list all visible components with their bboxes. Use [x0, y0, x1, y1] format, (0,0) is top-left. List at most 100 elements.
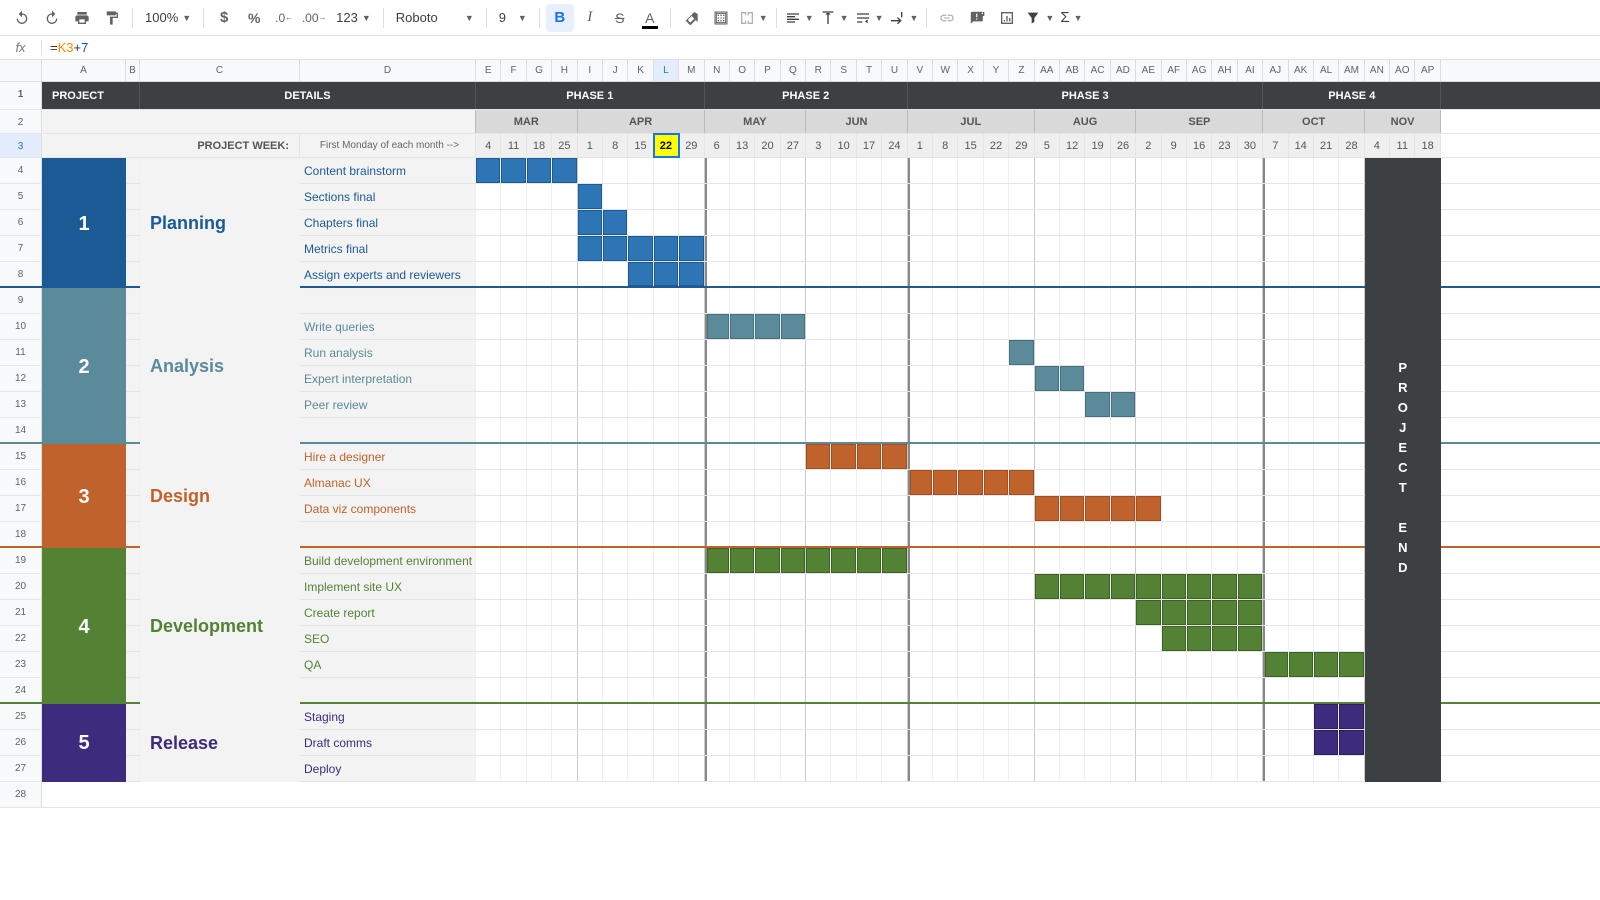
column-header-E[interactable]: E [476, 60, 501, 81]
column-header-Q[interactable]: Q [781, 60, 806, 81]
week-cell-1[interactable]: 11 [501, 134, 526, 157]
row-header-10[interactable]: 10 [0, 314, 42, 339]
column-header-AF[interactable]: AF [1162, 60, 1187, 81]
column-header-AN[interactable]: AN [1365, 60, 1390, 81]
row-header-15[interactable]: 15 [0, 444, 42, 469]
row-header-14[interactable]: 14 [0, 418, 42, 442]
week-cell-7[interactable]: 22 [654, 134, 679, 157]
insert-comment-button[interactable] [963, 4, 991, 32]
column-header-T[interactable]: T [857, 60, 882, 81]
column-header-Y[interactable]: Y [984, 60, 1009, 81]
week-cell-3[interactable]: 25 [552, 134, 577, 157]
column-header-F[interactable]: F [501, 60, 526, 81]
filter-button[interactable]: ▼ [1023, 4, 1056, 32]
column-header-O[interactable]: O [730, 60, 755, 81]
row-header-3[interactable]: 3 [0, 134, 42, 157]
row-header-24[interactable]: 24 [0, 678, 42, 702]
week-cell-12[interactable]: 27 [781, 134, 806, 157]
column-header-AK[interactable]: AK [1289, 60, 1314, 81]
week-cell-4[interactable]: 1 [578, 134, 603, 157]
column-header-B[interactable]: B [126, 60, 140, 81]
row-header-20[interactable]: 20 [0, 574, 42, 599]
column-header-AJ[interactable]: AJ [1263, 60, 1288, 81]
row-header-11[interactable]: 11 [0, 340, 42, 365]
row-header-26[interactable]: 26 [0, 730, 42, 755]
week-cell-34[interactable]: 28 [1339, 134, 1364, 157]
row-header-23[interactable]: 23 [0, 652, 42, 677]
bold-button[interactable]: B [546, 4, 574, 32]
vertical-align-button[interactable]: ▼ [818, 4, 851, 32]
percent-button[interactable]: % [240, 4, 268, 32]
column-header-AL[interactable]: AL [1314, 60, 1339, 81]
text-rotation-button[interactable]: ▼ [887, 4, 920, 32]
row-header-5[interactable]: 5 [0, 184, 42, 209]
week-cell-22[interactable]: 5 [1035, 134, 1060, 157]
row-header-7[interactable]: 7 [0, 236, 42, 261]
column-header-AC[interactable]: AC [1085, 60, 1110, 81]
currency-button[interactable]: $ [210, 4, 238, 32]
text-color-button[interactable]: A [636, 4, 664, 32]
column-header-AA[interactable]: AA [1035, 60, 1060, 81]
week-cell-18[interactable]: 8 [933, 134, 958, 157]
print-button[interactable] [68, 4, 96, 32]
paint-format-button[interactable] [98, 4, 126, 32]
font-dropdown[interactable]: Roboto▼ [390, 4, 480, 32]
column-header-P[interactable]: P [755, 60, 780, 81]
week-cell-5[interactable]: 8 [603, 134, 628, 157]
column-header-L[interactable]: L [654, 60, 679, 81]
column-header-AH[interactable]: AH [1212, 60, 1237, 81]
zoom-dropdown[interactable]: 100%▼ [139, 4, 197, 32]
week-cell-15[interactable]: 17 [857, 134, 882, 157]
week-cell-36[interactable]: 11 [1390, 134, 1415, 157]
week-cell-16[interactable]: 24 [882, 134, 907, 157]
text-wrap-button[interactable]: ▼ [853, 4, 886, 32]
column-header-M[interactable]: M [679, 60, 704, 81]
week-cell-23[interactable]: 12 [1060, 134, 1085, 157]
row-header-18[interactable]: 18 [0, 522, 42, 546]
week-cell-26[interactable]: 2 [1136, 134, 1161, 157]
functions-button[interactable]: Σ▼ [1058, 4, 1084, 32]
row-header-17[interactable]: 17 [0, 496, 42, 521]
row-header-27[interactable]: 27 [0, 756, 42, 781]
column-header-I[interactable]: I [578, 60, 603, 81]
week-cell-8[interactable]: 29 [679, 134, 704, 157]
week-cell-32[interactable]: 14 [1289, 134, 1314, 157]
row-header-2[interactable]: 2 [0, 110, 42, 133]
column-header-H[interactable]: H [552, 60, 577, 81]
column-header-C[interactable]: C [140, 60, 300, 81]
row-header-21[interactable]: 21 [0, 600, 42, 625]
week-cell-0[interactable]: 4 [476, 134, 501, 157]
column-header-A[interactable]: A [42, 60, 126, 81]
week-cell-31[interactable]: 7 [1263, 134, 1288, 157]
column-header-X[interactable]: X [958, 60, 983, 81]
week-cell-20[interactable]: 22 [984, 134, 1009, 157]
column-header-R[interactable]: R [806, 60, 831, 81]
column-header-S[interactable]: S [831, 60, 856, 81]
decrease-decimal-button[interactable]: .0← [270, 4, 298, 32]
week-cell-19[interactable]: 15 [958, 134, 983, 157]
column-header-W[interactable]: W [933, 60, 958, 81]
insert-chart-button[interactable] [993, 4, 1021, 32]
week-cell-11[interactable]: 20 [755, 134, 780, 157]
horizontal-align-button[interactable]: ▼ [783, 4, 816, 32]
week-cell-35[interactable]: 4 [1365, 134, 1390, 157]
row-header-12[interactable]: 12 [0, 366, 42, 391]
week-cell-37[interactable]: 18 [1415, 134, 1440, 157]
week-cell-6[interactable]: 15 [628, 134, 653, 157]
week-cell-13[interactable]: 3 [806, 134, 831, 157]
row-header-4[interactable]: 4 [0, 158, 42, 183]
column-header-N[interactable]: N [705, 60, 730, 81]
week-cell-27[interactable]: 9 [1162, 134, 1187, 157]
row-header-8[interactable]: 8 [0, 262, 42, 286]
column-header-AE[interactable]: AE [1136, 60, 1161, 81]
fill-color-button[interactable] [677, 4, 705, 32]
week-cell-30[interactable]: 30 [1238, 134, 1263, 157]
redo-button[interactable] [38, 4, 66, 32]
column-header-AB[interactable]: AB [1060, 60, 1085, 81]
italic-button[interactable]: I [576, 4, 604, 32]
column-header-J[interactable]: J [603, 60, 628, 81]
row-header-22[interactable]: 22 [0, 626, 42, 651]
row-header-1[interactable]: 1 [0, 82, 42, 109]
week-cell-9[interactable]: 6 [705, 134, 730, 157]
week-cell-10[interactable]: 13 [730, 134, 755, 157]
